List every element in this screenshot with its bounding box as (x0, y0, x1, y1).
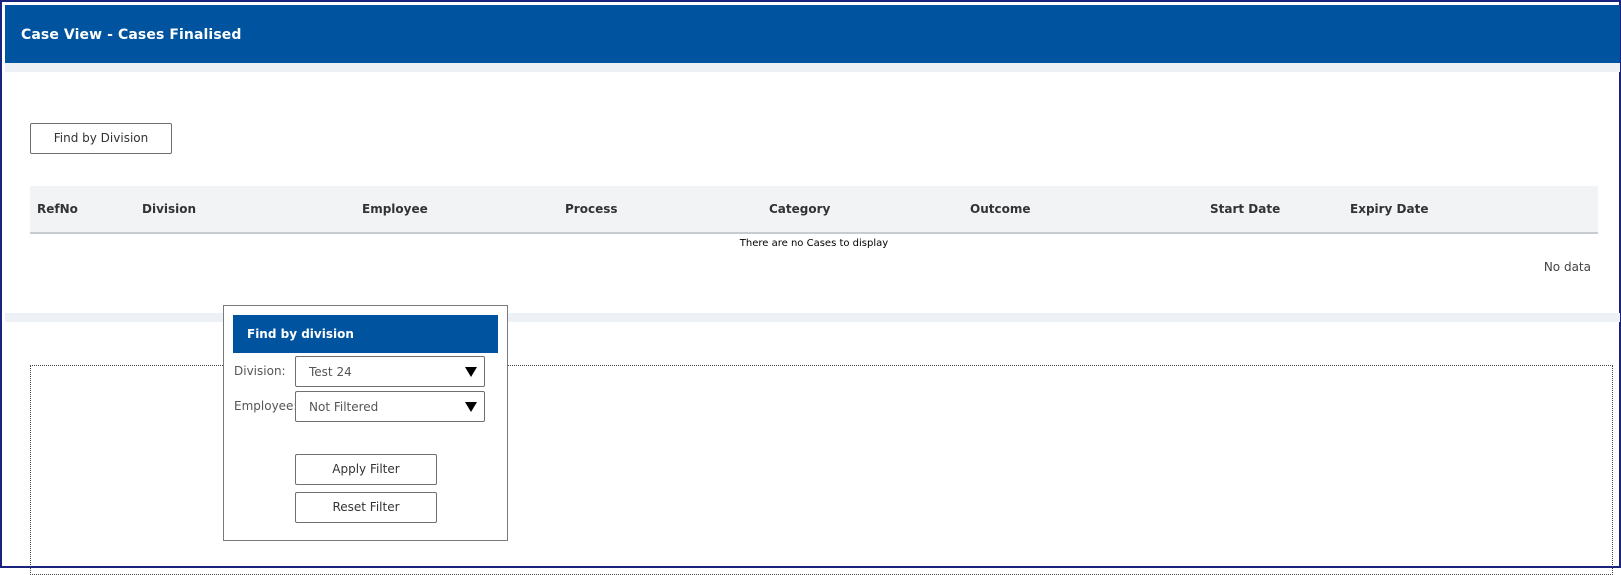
page-title: Case View - Cases Finalised (21, 27, 242, 43)
division-selected-value: Test 24 (309, 365, 352, 379)
column-header-expiry-date[interactable]: Expiry Date (1350, 202, 1429, 216)
app-window: Case View - Cases Finalised Find by Divi… (0, 0, 1621, 575)
find-by-division-button[interactable]: Find by Division (30, 123, 172, 154)
division-label: Division: (234, 364, 286, 378)
popup-title: Find by division (247, 327, 354, 341)
cases-grid: RefNo Division Employee Process Category… (30, 186, 1598, 274)
no-data-label: No data (1543, 260, 1591, 274)
employee-label: Employee: (234, 399, 298, 413)
divider (5, 63, 1620, 72)
chevron-down-icon (465, 402, 477, 412)
column-header-employee[interactable]: Employee (362, 202, 428, 216)
grid-header: RefNo Division Employee Process Category… (30, 186, 1598, 234)
reset-filter-button[interactable]: Reset Filter (295, 492, 437, 523)
column-header-outcome[interactable]: Outcome (970, 202, 1030, 216)
column-header-division[interactable]: Division (142, 202, 196, 216)
popup-header: Find by division (233, 315, 498, 353)
apply-filter-button[interactable]: Apply Filter (295, 454, 437, 485)
column-header-refno[interactable]: RefNo (37, 202, 78, 216)
column-header-process[interactable]: Process (565, 202, 618, 216)
find-by-division-popup: Find by division Division: Test 24 Emplo… (223, 305, 508, 541)
page-header: Case View - Cases Finalised (5, 5, 1620, 63)
employee-selected-value: Not Filtered (309, 400, 379, 414)
chevron-down-icon (465, 367, 477, 377)
column-header-category[interactable]: Category (769, 202, 830, 216)
empty-grid-message: There are no Cases to display (739, 238, 889, 249)
employee-select[interactable]: Not Filtered (295, 391, 485, 422)
column-header-start-date[interactable]: Start Date (1210, 202, 1280, 216)
division-select[interactable]: Test 24 (295, 356, 485, 387)
